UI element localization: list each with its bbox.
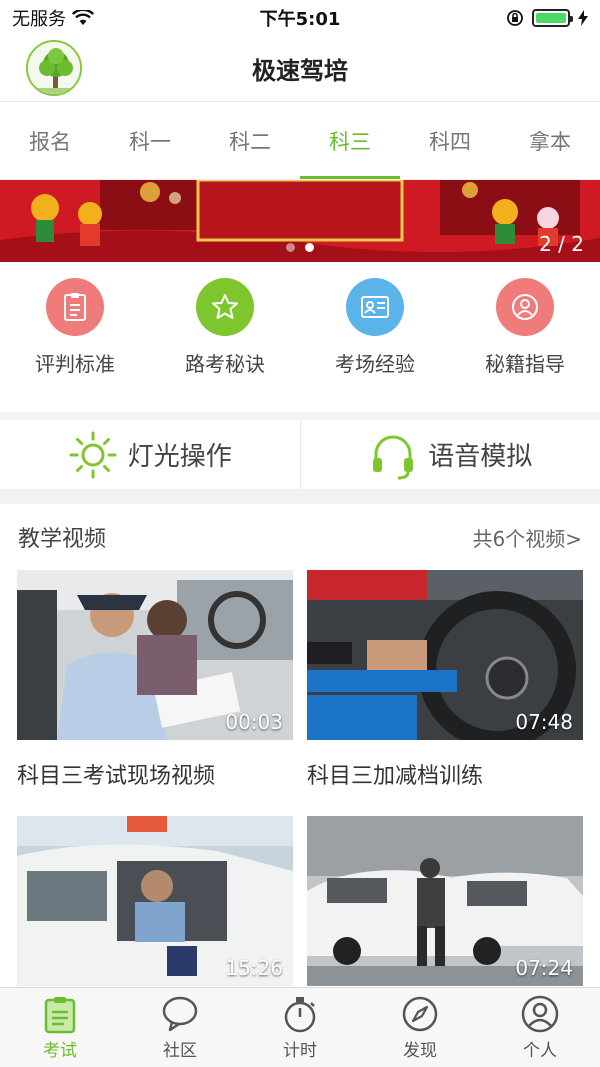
subject-tabs: 报名 科一 科二 科三 科四 拿本 xyxy=(0,103,600,180)
app-header: 极速驾培 xyxy=(0,36,600,102)
video-thumbnail[interactable]: 15:26 xyxy=(17,816,293,986)
video-thumbnail[interactable]: 07:24 xyxy=(307,816,583,986)
headphones-icon xyxy=(373,435,414,479)
sun-icon xyxy=(69,431,117,478)
battery-icon xyxy=(532,9,573,27)
grid-label: 考场经验 xyxy=(335,352,415,376)
id-card-icon xyxy=(346,278,404,336)
user-icon xyxy=(496,278,554,336)
status-bar: 无服务 下午5:01 xyxy=(0,0,600,36)
video-thumbnail[interactable]: 07:48 xyxy=(307,570,583,740)
nav-timer[interactable]: 计时 xyxy=(240,988,360,1067)
tree-logo-icon xyxy=(28,42,80,94)
nav-profile[interactable]: 个人 xyxy=(480,988,600,1067)
voice-simulation-button[interactable]: 语音模拟 xyxy=(299,420,600,489)
section-title: 教学视频 xyxy=(18,527,107,552)
tab-signup[interactable]: 报名 xyxy=(0,103,100,179)
user-icon xyxy=(521,995,559,1033)
promo-banner[interactable]: 2 / 2 xyxy=(0,180,600,262)
clipboard-icon xyxy=(46,278,104,336)
grid-item-tips[interactable]: 路考秘诀 xyxy=(150,262,300,412)
video-section-header: 教学视频 共6个视频> xyxy=(0,504,600,570)
video-duration: 07:24 xyxy=(515,956,573,980)
video-duration: 07:48 xyxy=(515,710,573,734)
nav-label: 个人 xyxy=(523,1041,557,1061)
tab-license[interactable]: 拿本 xyxy=(500,103,600,179)
video-card[interactable]: 15:26 xyxy=(17,816,293,986)
compass-icon xyxy=(402,996,438,1032)
bottom-nav: 考试 社区 计时 发现 个人 xyxy=(0,987,600,1067)
grid-item-experience[interactable]: 考场经验 xyxy=(300,262,450,412)
divider xyxy=(0,490,600,504)
grid-item-guide[interactable]: 秘籍指导 xyxy=(450,262,600,412)
grid-label: 路考秘诀 xyxy=(185,352,265,376)
banner-counter: 2 / 2 xyxy=(539,232,584,256)
view-all-videos-link[interactable]: 共6个视频> xyxy=(473,523,582,552)
stopwatch-icon xyxy=(284,997,316,1033)
grid-label: 评判标准 xyxy=(35,352,115,376)
chat-bubble-icon xyxy=(162,996,198,1032)
page-title: 极速驾培 xyxy=(252,57,348,85)
video-card[interactable]: 07:24 xyxy=(307,816,583,986)
divider xyxy=(0,412,600,420)
feature-grid: 评判标准 路考秘诀 考场经验 秘籍指导 xyxy=(0,262,600,412)
nav-discover[interactable]: 发现 xyxy=(360,988,480,1067)
video-duration: 15:26 xyxy=(225,956,283,980)
wifi-icon xyxy=(72,10,94,25)
clipboard-icon xyxy=(44,997,76,1034)
nav-label: 社区 xyxy=(163,1041,197,1061)
nav-exam[interactable]: 考试 xyxy=(0,988,120,1067)
feature-label: 语音模拟 xyxy=(428,442,533,472)
avatar[interactable] xyxy=(26,40,82,96)
tab-subject-2[interactable]: 科二 xyxy=(200,103,300,179)
charging-icon xyxy=(578,10,588,26)
tab-subject-1[interactable]: 科一 xyxy=(100,103,200,179)
pager-dot-active[interactable] xyxy=(305,243,314,252)
video-duration: 00:03 xyxy=(225,710,283,734)
video-title[interactable]: 科目三加减档训练 xyxy=(307,758,583,790)
carrier-label: 无服务 xyxy=(12,9,66,30)
video-card[interactable]: 00:03 科目三考试现场视频 xyxy=(17,570,293,790)
feature-label: 灯光操作 xyxy=(127,442,232,472)
video-card[interactable]: 07:48 科目三加减档训练 xyxy=(307,570,583,790)
nav-label: 发现 xyxy=(403,1041,437,1061)
banner-pager xyxy=(286,243,314,252)
orientation-lock-icon xyxy=(507,10,523,26)
video-title[interactable]: 科目三考试现场视频 xyxy=(17,758,293,790)
tab-subject-3[interactable]: 科三 xyxy=(300,103,400,179)
grid-label: 秘籍指导 xyxy=(485,352,565,376)
nav-label: 计时 xyxy=(283,1041,317,1061)
nav-label: 考试 xyxy=(43,1041,77,1061)
nav-community[interactable]: 社区 xyxy=(120,988,240,1067)
feature-row: 灯光操作 语音模拟 xyxy=(0,420,600,490)
star-icon xyxy=(196,278,254,336)
light-operation-button[interactable]: 灯光操作 xyxy=(0,420,300,489)
pager-dot[interactable] xyxy=(286,243,295,252)
grid-item-criteria[interactable]: 评判标准 xyxy=(0,262,150,412)
tab-subject-4[interactable]: 科四 xyxy=(400,103,500,179)
status-time: 下午5:01 xyxy=(259,9,341,30)
video-thumbnail[interactable]: 00:03 xyxy=(17,570,293,740)
